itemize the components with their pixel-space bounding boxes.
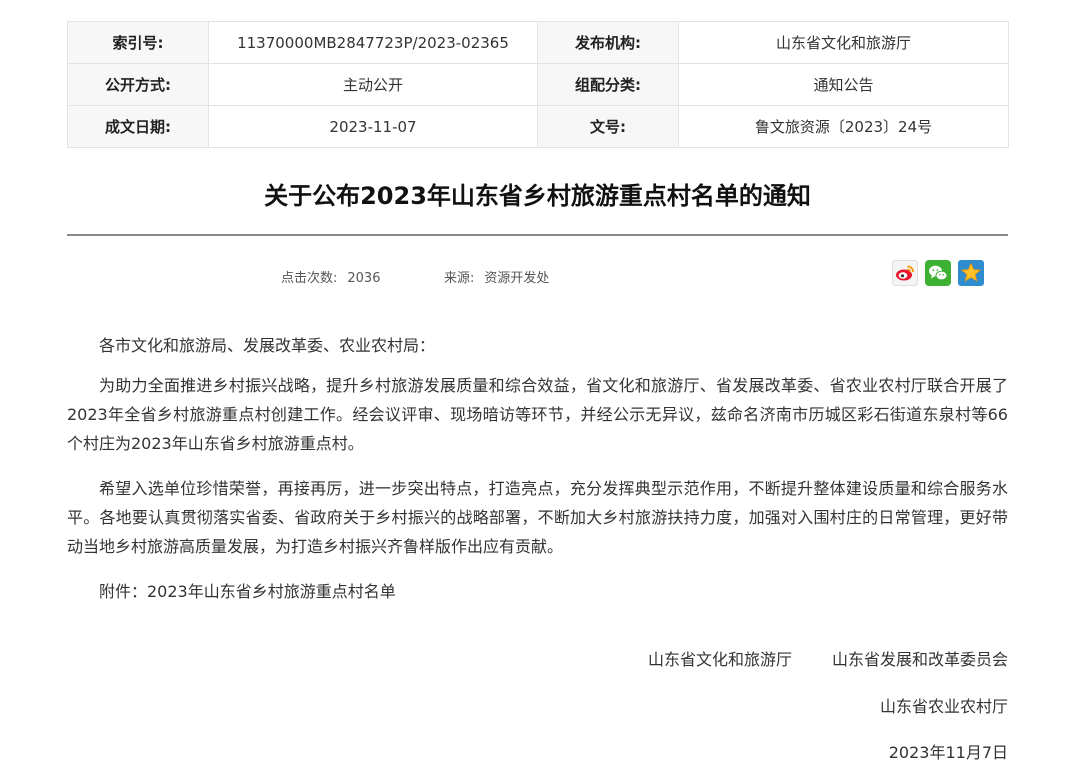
category-label: 组配分类:	[537, 63, 679, 106]
document-number-label: 文号:	[537, 105, 679, 148]
qzone-star-icon	[958, 260, 984, 286]
signature-org-culture-tourism: 山东省文化和旅游厅	[647, 650, 792, 669]
article-body: 各市文化和旅游局、发展改革委、农业农村局： 为助力全面推进乡村振兴战略，提升乡村…	[67, 331, 1008, 622]
attachment-paragraph: 附件：2023年山东省乡村旅游重点村名单	[99, 582, 396, 601]
metadata-row: 索引号: 11370000MB2847723P/2023-02365 发布机构:…	[67, 21, 1009, 64]
index-value: 11370000MB2847723P/2023-02365	[208, 21, 538, 64]
category-value: 通知公告	[678, 63, 1009, 106]
body-paragraph-2: 希望入选单位珍惜荣誉，再接再厉，进一步突出特点，打造亮点，充分发挥典型示范作用，…	[67, 479, 1008, 556]
open-method-label: 公开方式:	[67, 63, 209, 106]
signature-org-agriculture: 山东省农业农村厅	[879, 697, 1008, 716]
hit-count-value: 2036	[347, 271, 381, 286]
document-number-value: 鲁文旅资源〔2023〕24号	[678, 105, 1009, 148]
date-label: 成文日期:	[67, 105, 209, 148]
title-divider	[67, 234, 1008, 236]
metadata-row: 成文日期: 2023-11-07 文号: 鲁文旅资源〔2023〕24号	[67, 105, 1009, 148]
share-qzone-button[interactable]	[958, 260, 984, 286]
share-weibo-button[interactable]	[892, 260, 918, 286]
weibo-icon	[892, 260, 918, 286]
signature-organizations: 山东省文化和旅游厅 山东省发展和改革委员会	[648, 648, 1008, 672]
open-method-value: 主动公开	[208, 63, 538, 106]
source-value: 资源开发处	[484, 271, 550, 286]
document-metadata-table: 索引号: 11370000MB2847723P/2023-02365 发布机构:…	[67, 21, 1009, 148]
index-label: 索引号:	[67, 21, 209, 64]
source-label: 来源:	[444, 271, 475, 286]
hit-count: 点击次数: 2036	[281, 269, 380, 289]
signature-org-development-reform: 山东省发展和改革委员会	[831, 650, 1008, 669]
share-wechat-button[interactable]	[925, 260, 951, 286]
date-value: 2023-11-07	[208, 105, 538, 148]
hit-count-label: 点击次数:	[281, 271, 338, 286]
body-paragraph-1: 为助力全面推进乡村振兴战略，提升乡村旅游发展质量和综合效益，省文化和旅游厅、省发…	[67, 376, 1008, 453]
greeting-paragraph: 各市文化和旅游局、发展改革委、农业农村局：	[99, 336, 436, 355]
wechat-icon	[925, 260, 951, 286]
article-source: 来源: 资源开发处	[444, 269, 549, 289]
publisher-value: 山东省文化和旅游厅	[678, 21, 1009, 64]
signature-date: 2023年11月7日	[888, 743, 1008, 762]
metadata-row: 公开方式: 主动公开 组配分类: 通知公告	[67, 63, 1009, 106]
publisher-label: 发布机构:	[537, 21, 679, 64]
share-toolbar	[892, 260, 984, 286]
page-title: 关于公布2023年山东省乡村旅游重点村名单的通知	[264, 182, 811, 210]
